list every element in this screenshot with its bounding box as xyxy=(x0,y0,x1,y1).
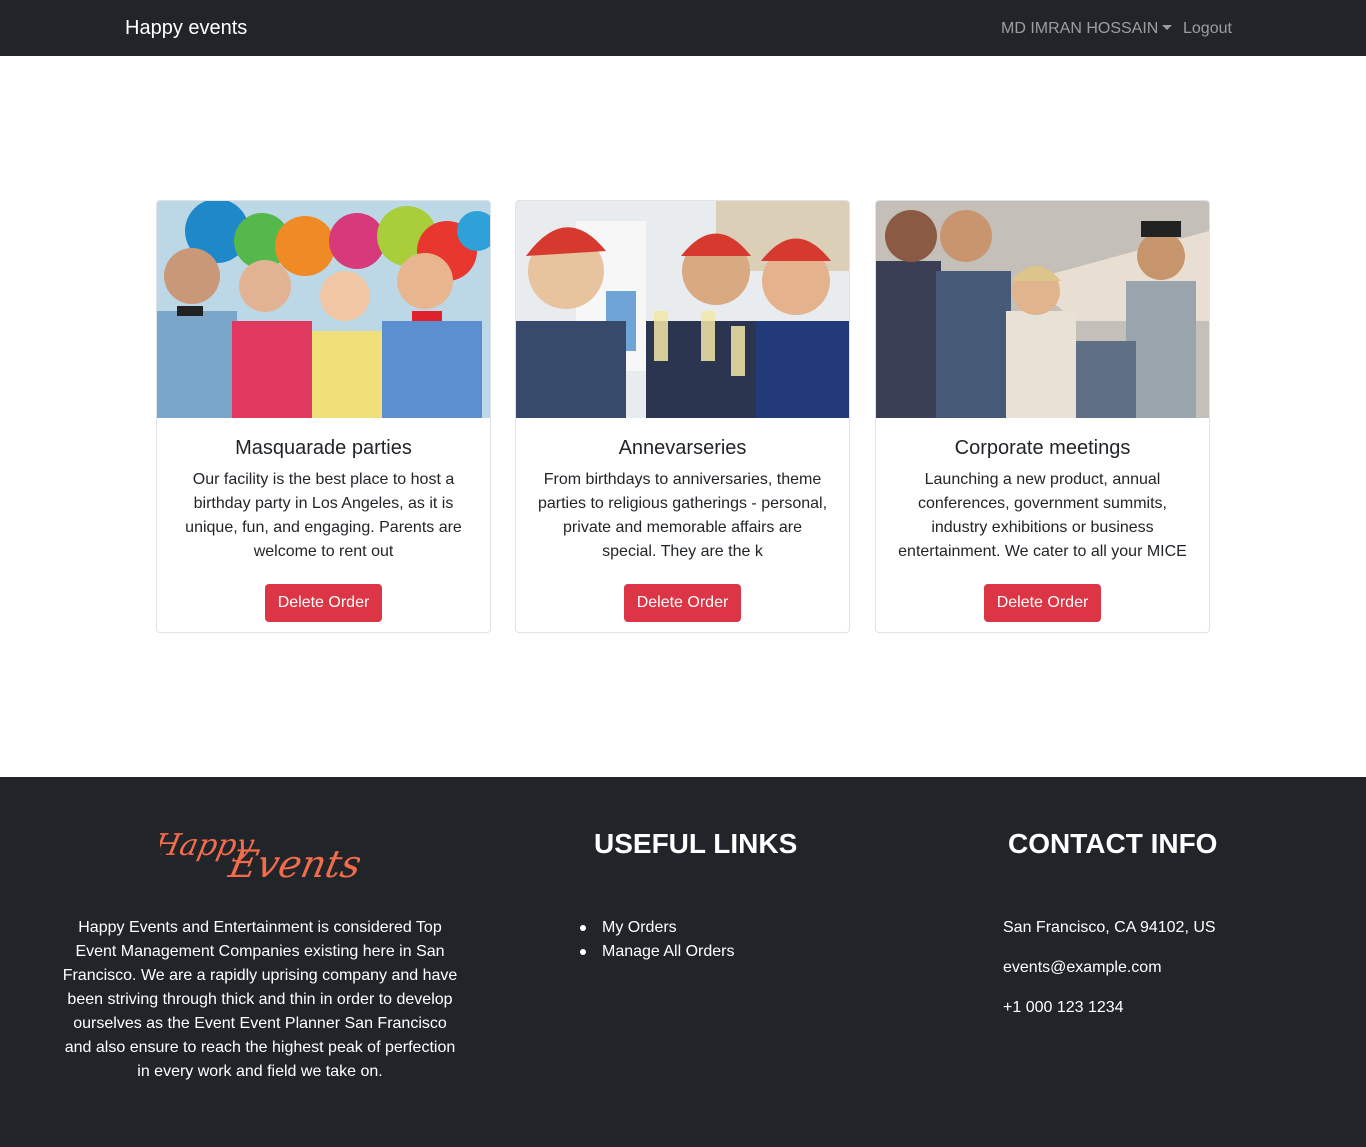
navbar: Happy events MD IMRAN HOSSAIN Logout xyxy=(0,0,1366,56)
contact-email: events@example.com xyxy=(1003,959,1162,976)
brand-link[interactable]: Happy events xyxy=(125,16,247,40)
card-title: Masquarade parties xyxy=(235,437,412,459)
link-my-orders[interactable]: My Orders xyxy=(580,916,735,940)
footer: Happy Events Happy Events and Entertainm… xyxy=(0,777,1366,1147)
user-name: MD IMRAN HOSSAIN xyxy=(1001,20,1159,37)
user-dropdown[interactable]: MD IMRAN HOSSAIN xyxy=(1001,19,1173,39)
happy-events-logo: Happy Events xyxy=(160,828,360,887)
contact-info: San Francisco, CA 94102, US events@examp… xyxy=(1003,916,1216,1036)
contact-info-heading: CONTACT INFO xyxy=(1008,828,1218,859)
link-manage-all-orders[interactable]: Manage All Orders xyxy=(580,940,735,964)
svg-text:Events: Events xyxy=(224,842,360,887)
contact-phone: +1 000 123 1234 xyxy=(1003,999,1124,1016)
card-image-kids-party xyxy=(157,201,490,418)
event-card: Masquarade parties Our facility is the b… xyxy=(156,200,491,633)
logout-link[interactable]: Logout xyxy=(1183,19,1232,39)
card-body: Annevarseries From birthdays to annivers… xyxy=(516,418,849,622)
about-text: Happy Events and Entertainment is consid… xyxy=(62,919,458,1080)
useful-links-list: My Orders Manage All Orders xyxy=(580,916,735,964)
card-text: Our facility is the best place to host a… xyxy=(185,471,462,560)
delete-order-button[interactable]: Delete Order xyxy=(264,584,383,622)
card-body: Masquarade parties Our facility is the b… xyxy=(157,418,490,622)
card-text: From birthdays to anniversaries, theme p… xyxy=(537,471,828,560)
card-image-anniversary-toast xyxy=(516,201,849,418)
card-image-corporate-meeting xyxy=(876,201,1209,418)
contact-address: San Francisco, CA 94102, US xyxy=(1003,919,1216,936)
event-card: Corporate meetings Launching a new produ… xyxy=(875,200,1210,633)
useful-links-heading: USEFUL LINKS xyxy=(594,828,798,859)
card-body: Corporate meetings Launching a new produ… xyxy=(876,418,1209,622)
event-card: Annevarseries From birthdays to annivers… xyxy=(515,200,850,633)
caret-down-icon xyxy=(1162,25,1173,30)
card-title: Annevarseries xyxy=(618,437,747,459)
delete-order-button[interactable]: Delete Order xyxy=(983,584,1102,622)
card-text: Launching a new product, annual conferen… xyxy=(898,471,1187,560)
delete-order-button[interactable]: Delete Order xyxy=(623,584,742,622)
card-title: Corporate meetings xyxy=(954,437,1131,459)
